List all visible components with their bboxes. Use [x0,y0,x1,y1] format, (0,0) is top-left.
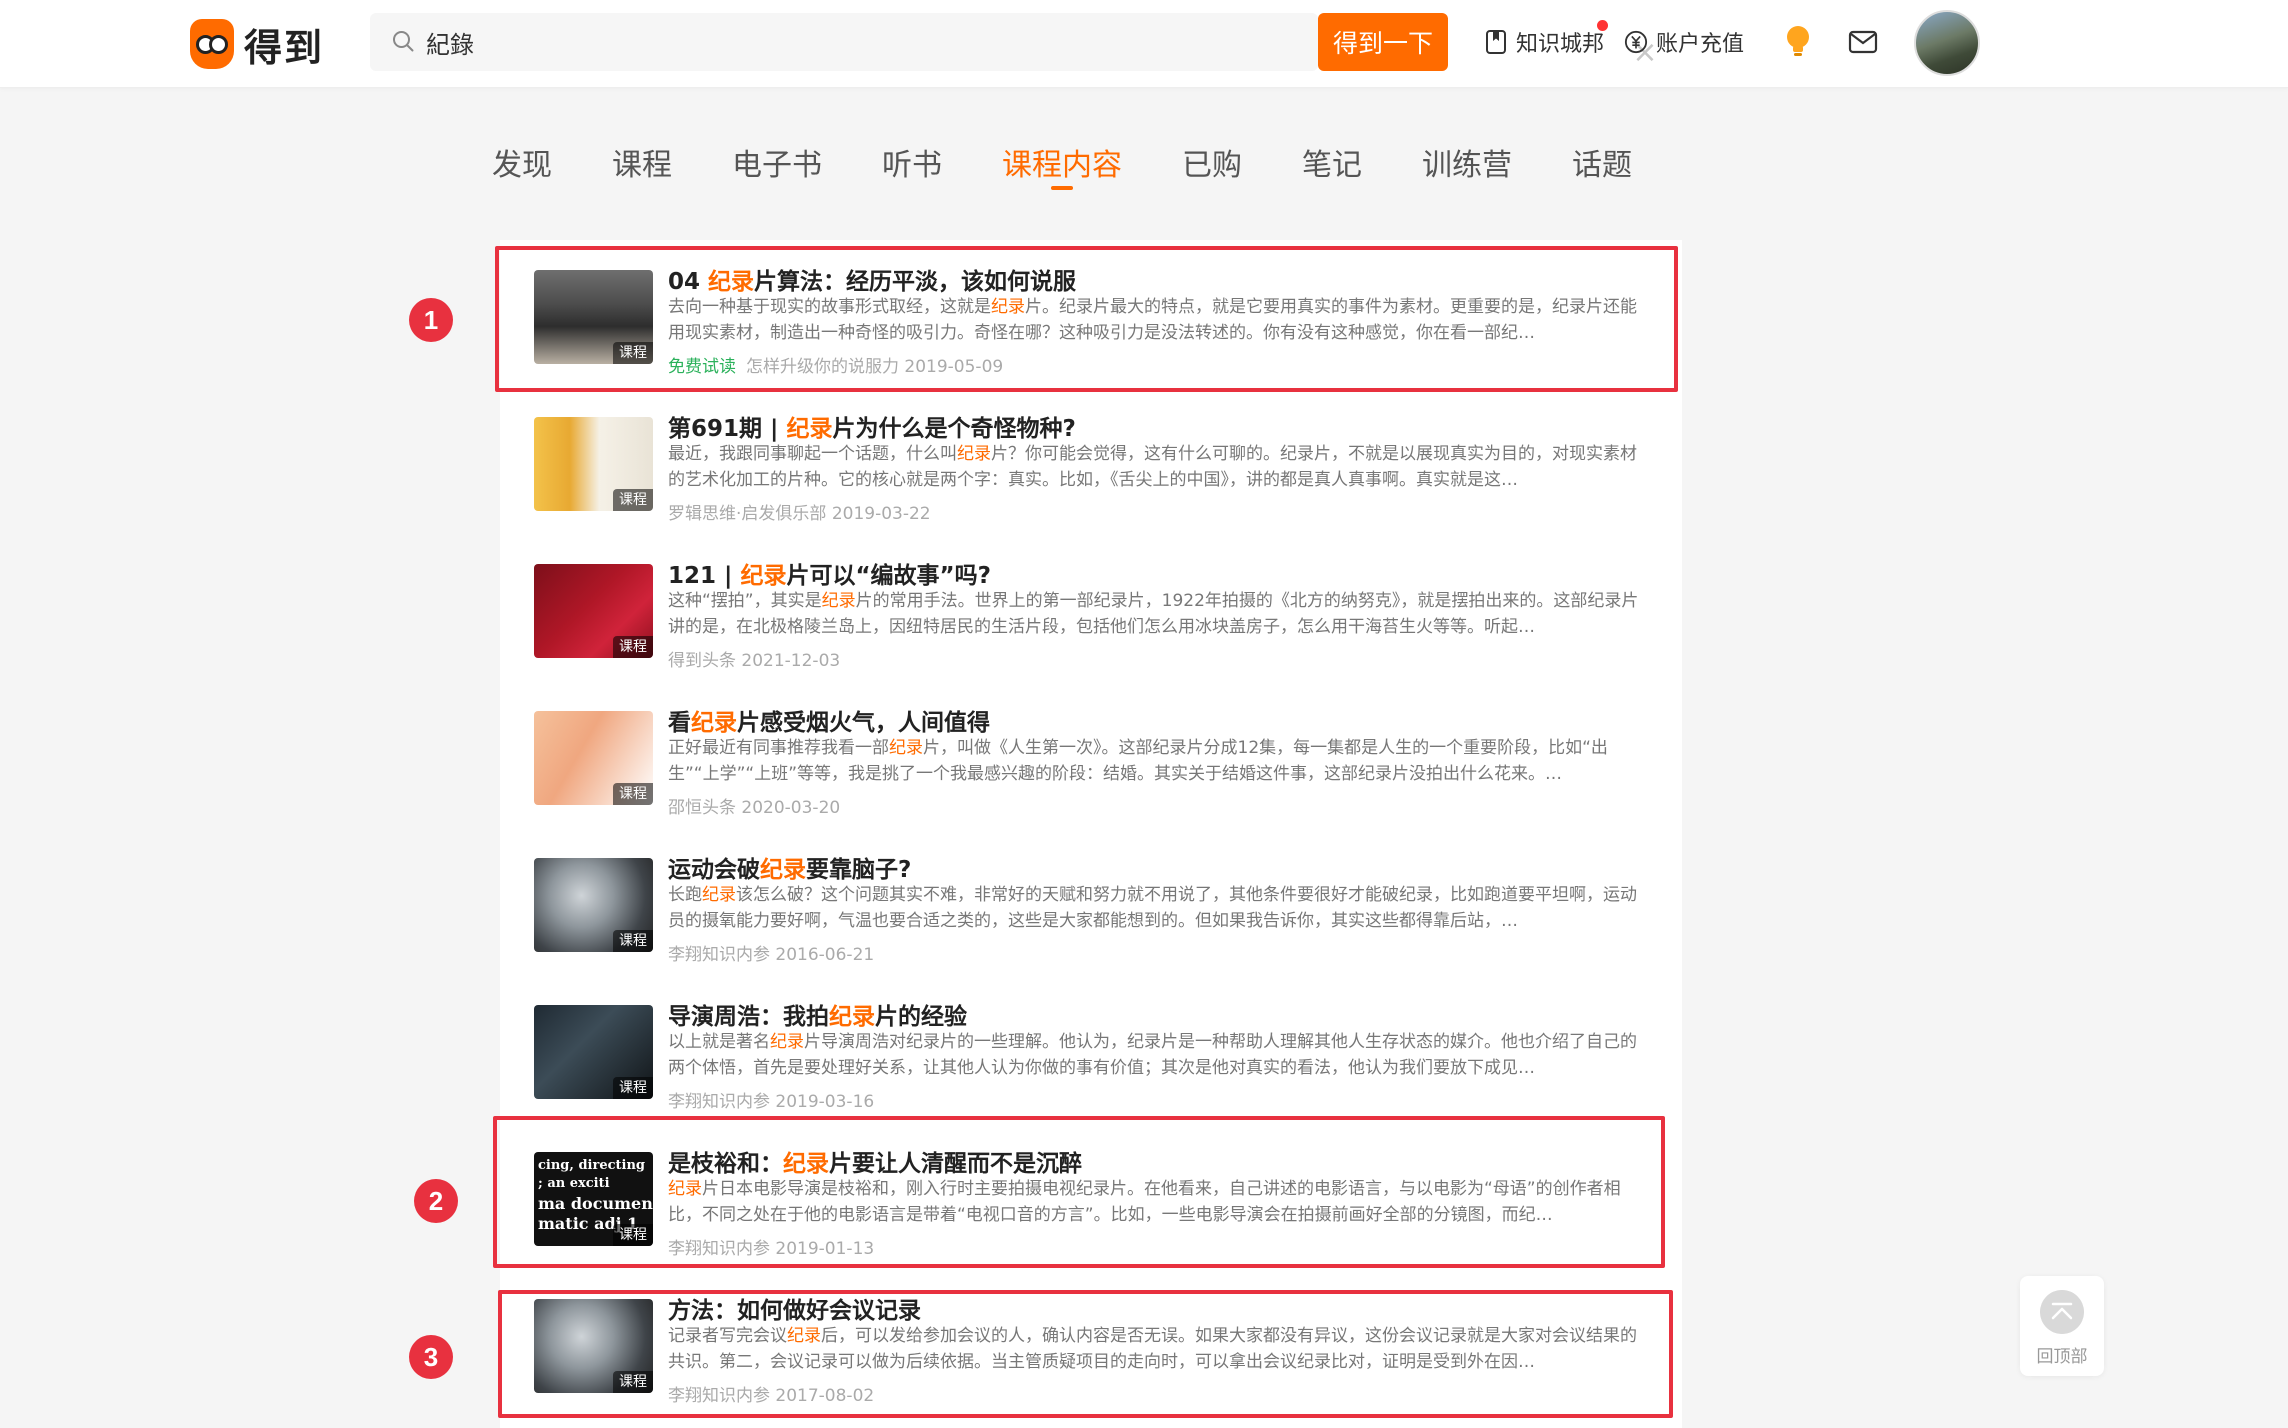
result-thumbnail: 课程 [534,711,653,805]
tab-purchased[interactable]: 已购 [1182,140,1242,184]
top-header: 得到 × 得到一下 知识城邦 账户充值 [0,0,2288,88]
course-tag: 课程 [613,1077,653,1099]
recharge-label: 账户充值 [1656,32,1745,57]
category-tabs: 发现 课程 电子书 听书 课程内容 已购 笔记 训练营 话题 [470,140,1670,196]
search-button[interactable]: 得到一下 [1318,13,1448,71]
back-to-top-button[interactable]: 回顶部 [2020,1276,2104,1376]
user-avatar[interactable] [1914,10,1980,76]
result-meta: 李翔知识内参 2016-06-21 [668,945,875,965]
annotation-badge: 1 [409,298,453,342]
result-thumbnail: 课程 [534,1005,653,1099]
annotation-badge: 2 [414,1179,458,1223]
bookmark-icon [1486,30,1506,54]
tab-course-content[interactable]: 课程内容 [1002,140,1122,184]
course-tag: 课程 [613,783,653,805]
tab-courses[interactable]: 课程 [612,140,672,184]
search-box: × [370,13,1658,71]
result-snippet: 最近，我跟同事聊起一个话题，什么叫纪录片？你可能会觉得，这有什么可聊的。纪录片，… [668,444,1637,490]
result-thumbnail: 课程 [534,858,653,952]
tab-notes[interactable]: 笔记 [1302,140,1362,184]
result-item[interactable]: 课程 运动会破纪录要靠脑子? 长跑纪录该怎么破？这个问题其实不难，非常好的天赋和… [500,828,1682,975]
notification-dot [1597,20,1608,31]
lightbulb-icon[interactable] [1784,24,1812,58]
tab-ebooks[interactable]: 电子书 [732,140,822,184]
annotation-box [495,246,1678,392]
result-snippet: 长跑纪录该怎么破？这个问题其实不难，非常好的天赋和努力就不用说了，其他条件要很好… [668,885,1637,931]
logo-text: 得到 [244,25,325,70]
result-snippet: 这种“摆拍”，其实是纪录片的常用手法。世界上的第一部纪录片，1922年拍摄的《北… [668,591,1639,637]
yuan-coin-icon [1624,30,1648,54]
result-title[interactable]: 运动会破纪录要靠脑子? [668,850,911,884]
annotation-box [498,1290,1673,1418]
result-title[interactable]: 第691期 | 纪录片为什么是个奇怪物种? [668,409,1076,443]
course-tag: 课程 [613,930,653,952]
result-meta: 罗辑思维·启发俱乐部 2019-03-22 [668,504,931,524]
tab-audiobooks[interactable]: 听书 [882,140,942,184]
course-tag: 课程 [613,489,653,511]
course-tag: 课程 [613,636,653,658]
result-thumbnail: 课程 [534,564,653,658]
result-thumbnail: 课程 [534,417,653,511]
result-title[interactable]: 看纪录片感受烟火气，人间值得 [668,703,990,737]
active-tab-indicator [1051,186,1073,190]
result-item[interactable]: 课程 看纪录片感受烟火气，人间值得 正好最近有同事推荐我看一部纪录片，叫做《人生… [500,681,1682,828]
back-to-top-icon [2040,1290,2084,1334]
community-label: 知识城邦 [1516,32,1605,57]
search-icon [393,31,414,52]
tab-topics[interactable]: 话题 [1572,140,1632,184]
result-title[interactable]: 121 | 纪录片可以“编故事”吗? [668,556,991,590]
result-snippet: 以上就是著名纪录片导演周浩对纪录片的一些理解。他认为，纪录片是一种帮助人理解其他… [668,1032,1637,1078]
tab-discover[interactable]: 发现 [492,140,552,184]
community-link[interactable]: 知识城邦 [1484,24,1604,60]
result-meta: 李翔知识内参 2019-03-16 [668,1092,875,1112]
result-meta: 邵恒头条 2020-03-20 [668,798,841,818]
logo[interactable]: 得到 [190,16,324,72]
recharge-link[interactable]: 账户充值 [1624,24,1744,60]
mail-icon[interactable] [1848,30,1878,54]
search-input[interactable] [426,23,1226,61]
result-snippet: 正好最近有同事推荐我看一部纪录片，叫做《人生第一次》。这部纪录片分成12集，每一… [668,738,1608,784]
back-to-top-label: 回顶部 [2036,1347,2088,1367]
tab-training-camp[interactable]: 训练营 [1422,140,1512,184]
result-title[interactable]: 导演周浩：我拍纪录片的经验 [668,997,967,1031]
result-meta: 得到头条 2021-12-03 [668,651,841,671]
result-item[interactable]: 课程 导演周浩：我拍纪录片的经验 以上就是著名纪录片导演周浩对纪录片的一些理解。… [500,975,1682,1122]
result-item[interactable]: 课程 第691期 | 纪录片为什么是个奇怪物种? 最近，我跟同事聊起一个话题，什… [500,387,1682,534]
result-item[interactable]: 课程 121 | 纪录片可以“编故事”吗? 这种“摆拍”，其实是纪录片的常用手法… [500,534,1682,681]
owl-logo-icon [190,19,234,69]
annotation-box [493,1116,1665,1268]
annotation-badge: 3 [409,1335,453,1379]
